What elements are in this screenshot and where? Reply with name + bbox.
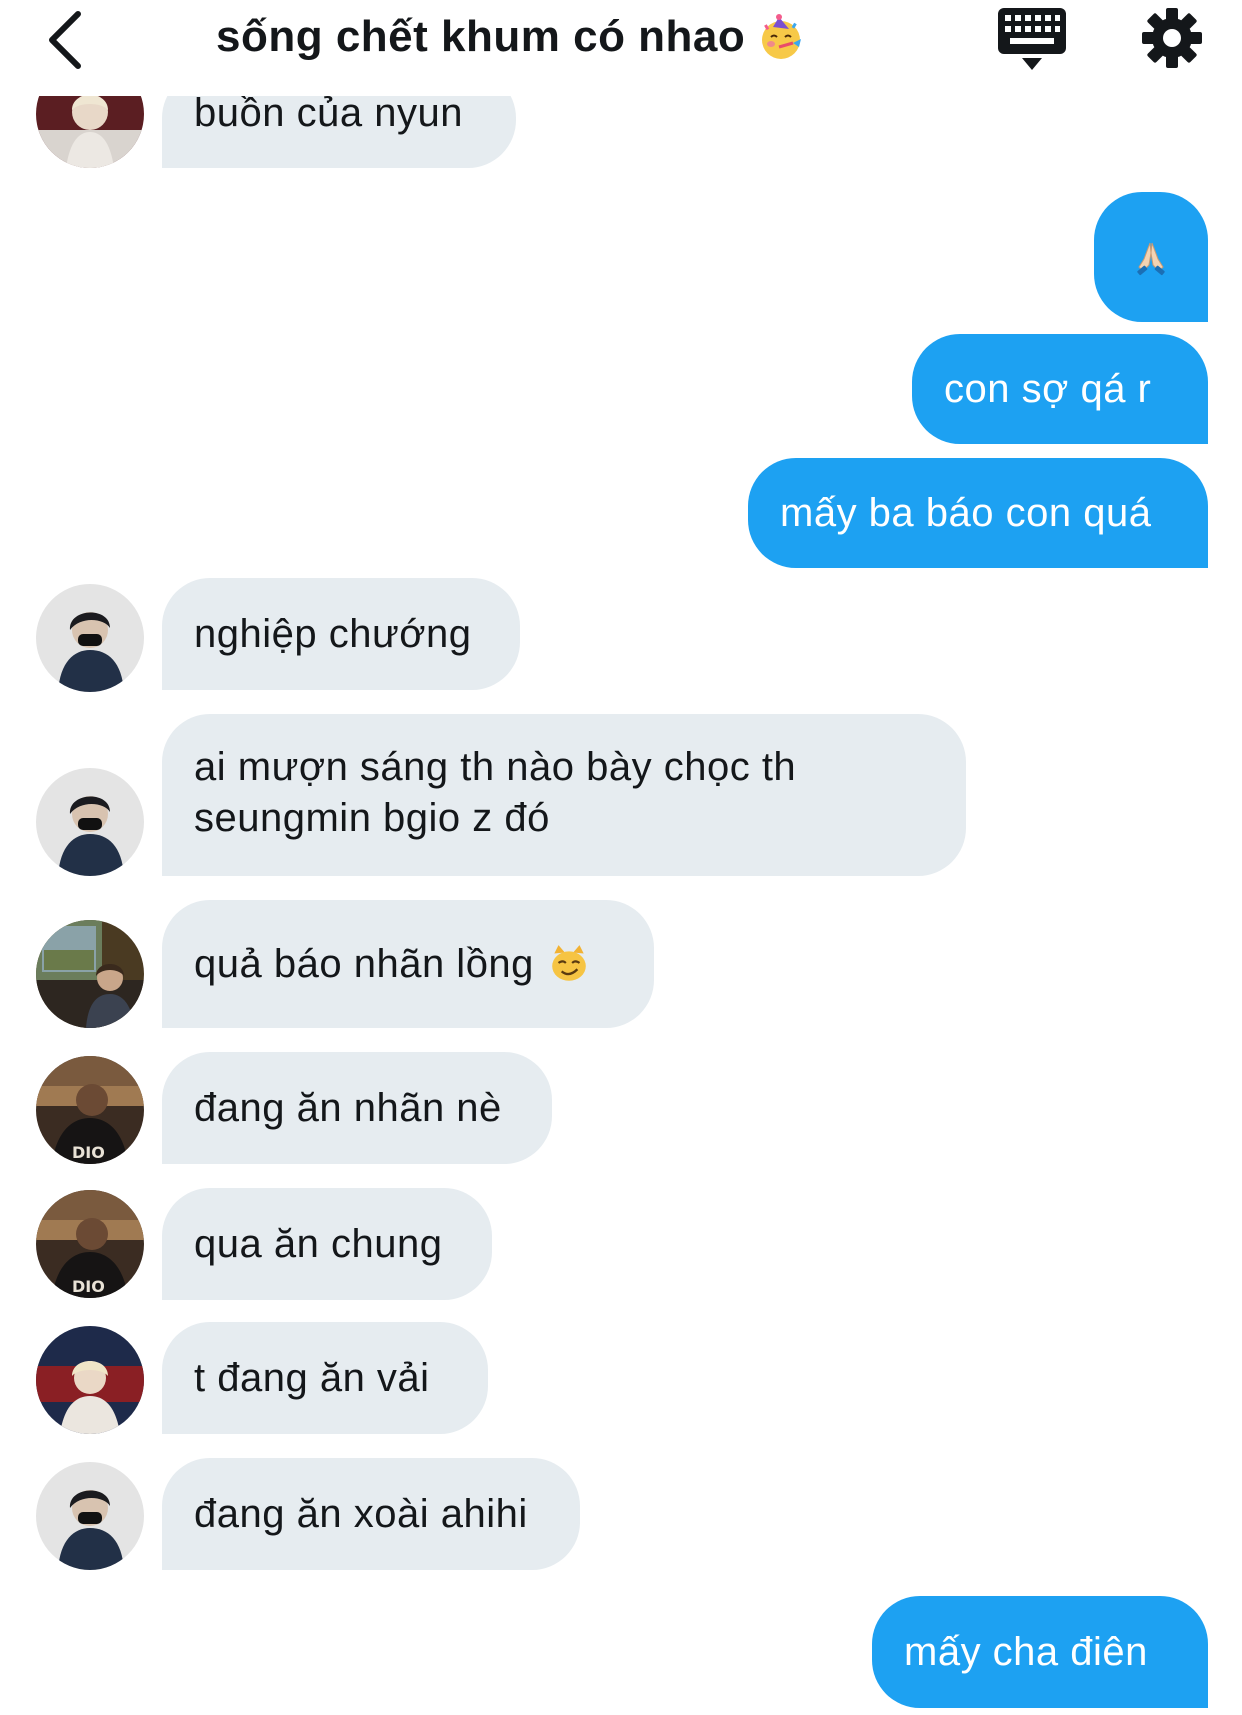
message-text: ai mượn sáng th nào bày chọc th seungmin… <box>194 745 797 840</box>
incoming-message[interactable]: qua ăn chung <box>162 1188 492 1300</box>
outgoing-message[interactable]: mấy ba báo con quá <box>748 458 1208 568</box>
keyboard-icon <box>998 8 1066 70</box>
message-text: nghiệp chướng <box>194 611 472 656</box>
avatar[interactable] <box>36 920 144 1028</box>
incoming-message[interactable]: ai mượn sáng th nào bày chọc th seungmin… <box>162 714 966 876</box>
message-text: mấy ba báo con quá <box>780 490 1152 535</box>
avatar[interactable] <box>36 1326 144 1434</box>
conversation-title[interactable]: sống chết khum có nhao <box>216 12 805 62</box>
incoming-message[interactable]: quả báo nhãn lồng <box>162 900 654 1028</box>
avatar[interactable]: DIO <box>36 1190 144 1298</box>
incoming-message[interactable]: đang ăn xoài ahihi <box>162 1458 580 1570</box>
message-text: t đang ăn vải <box>194 1355 430 1400</box>
outgoing-message[interactable]: con sợ qá r <box>912 334 1208 444</box>
outgoing-message[interactable]: mấy cha điên <box>872 1596 1208 1708</box>
message-text: qua ăn chung <box>194 1221 443 1266</box>
conversation-header: sống chết khum có nhao <box>0 0 1242 96</box>
chevron-left-icon <box>49 11 81 69</box>
svg-text:DIO: DIO <box>72 1143 105 1162</box>
outgoing-message[interactable] <box>1094 192 1208 322</box>
message-text: quả báo nhãn lồng <box>194 941 534 986</box>
incoming-message[interactable]: nghiệp chướng <box>162 578 520 690</box>
svg-text:DIO: DIO <box>72 1277 105 1296</box>
message-text: đang ăn nhãn nè <box>194 1085 502 1130</box>
folded-hands-emoji <box>1137 242 1165 276</box>
message-list[interactable]: buồn của nyun con sợ qá r mấy ba báo con… <box>0 0 1242 1715</box>
incoming-message[interactable]: đang ăn nhãn nè <box>162 1052 552 1164</box>
avatar[interactable] <box>36 768 144 876</box>
incoming-message[interactable]: t đang ăn vải <box>162 1322 488 1434</box>
avatar[interactable] <box>36 584 144 692</box>
keyboard-button[interactable] <box>996 6 1068 72</box>
settings-button[interactable] <box>1140 6 1204 70</box>
message-text: đang ăn xoài ahihi <box>194 1491 528 1536</box>
smirking-cat-emoji <box>552 945 586 981</box>
page-title: sống chết khum có nhao <box>216 12 746 61</box>
gear-icon <box>1142 8 1202 68</box>
message-text: con sợ qá r <box>944 366 1152 411</box>
back-button[interactable] <box>36 4 92 76</box>
partying-face-emoji <box>762 14 802 59</box>
avatar[interactable]: DIO <box>36 1056 144 1164</box>
message-text: mấy cha điên <box>904 1629 1148 1674</box>
avatar[interactable] <box>36 1462 144 1570</box>
